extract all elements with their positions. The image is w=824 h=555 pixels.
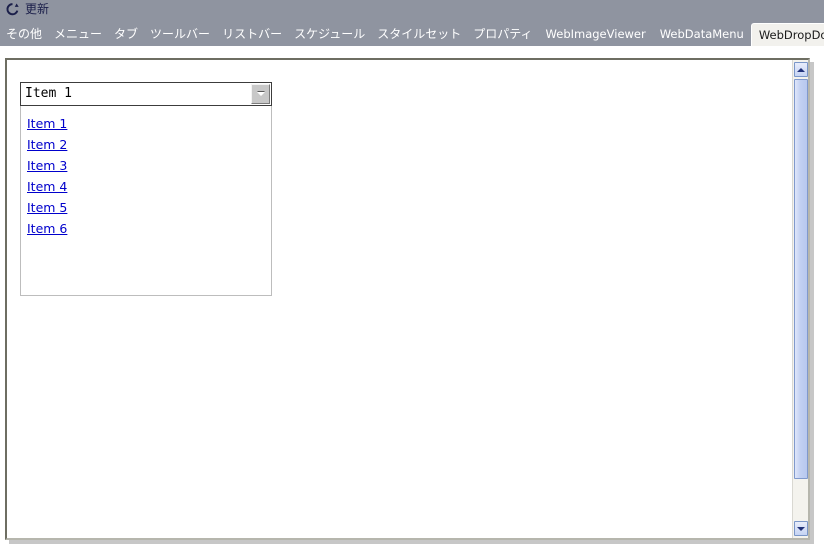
- chevron-down-icon: [256, 92, 265, 96]
- tab-4[interactable]: リストバー: [216, 23, 288, 46]
- dropdown-item[interactable]: Item 6: [27, 219, 67, 240]
- web-dropdown: Item 1 Item 1 Item 2 Item 3 Item 4 Item 5 Ite…: [20, 82, 272, 296]
- tab-1[interactable]: メニュー: [48, 23, 108, 46]
- refresh-button[interactable]: 更新: [5, 2, 49, 17]
- vertical-scrollbar[interactable]: [792, 60, 808, 538]
- tab-10[interactable]: WebDropDown: [750, 23, 824, 46]
- tab-8[interactable]: WebImageViewer: [539, 23, 653, 46]
- tab-2[interactable]: タブ: [108, 23, 144, 46]
- refresh-circular-arrow-icon: [6, 3, 19, 16]
- content-panel: Item 1 Item 1 Item 2 Item 3 Item 4 Item 5 Ite…: [7, 60, 792, 538]
- chevron-down-icon: [797, 526, 805, 531]
- chevron-up-icon: [797, 67, 805, 72]
- app-window: 更新 その他 メニュー タブ ツールバー リストバー スケジュール スタイルセット プロパティ…: [0, 0, 824, 555]
- dropdown-item[interactable]: Item 1: [27, 114, 67, 135]
- tab-7[interactable]: プロパティ: [467, 23, 538, 46]
- dropdown-item[interactable]: Item 4: [27, 177, 67, 198]
- scrollbar-up-button[interactable]: [794, 62, 808, 77]
- tab-5[interactable]: スケジュール: [288, 23, 371, 46]
- dropdown-item[interactable]: Item 3: [27, 156, 67, 177]
- dropdown-item[interactable]: Item 5: [27, 198, 67, 219]
- dropdown-item-list: Item 1 Item 2 Item 3 Item 4 Item 5 Item 6: [20, 106, 272, 296]
- command-bar: 更新: [0, 0, 824, 23]
- scrollbar-thumb[interactable]: [794, 79, 808, 479]
- tab-6[interactable]: スタイルセット: [371, 23, 467, 46]
- tab-strip: その他 メニュー タブ ツールバー リストバー スケジュール スタイルセット プロパティ Web…: [0, 23, 824, 46]
- dropdown-item[interactable]: Item 2: [27, 135, 67, 156]
- content-frame: Item 1 Item 1 Item 2 Item 3 Item 4 Item 5 Ite…: [5, 58, 810, 540]
- scrollbar-down-button[interactable]: [794, 521, 808, 536]
- dropdown-toggle-button[interactable]: [251, 84, 270, 104]
- dropdown-input-row[interactable]: Item 1: [20, 82, 272, 106]
- refresh-label: 更新: [25, 2, 50, 16]
- tab-3[interactable]: ツールバー: [144, 23, 216, 46]
- dropdown-selected-value[interactable]: Item 1: [25, 83, 247, 105]
- tab-9[interactable]: WebDataMenu: [653, 23, 751, 46]
- tab-0[interactable]: その他: [0, 23, 48, 46]
